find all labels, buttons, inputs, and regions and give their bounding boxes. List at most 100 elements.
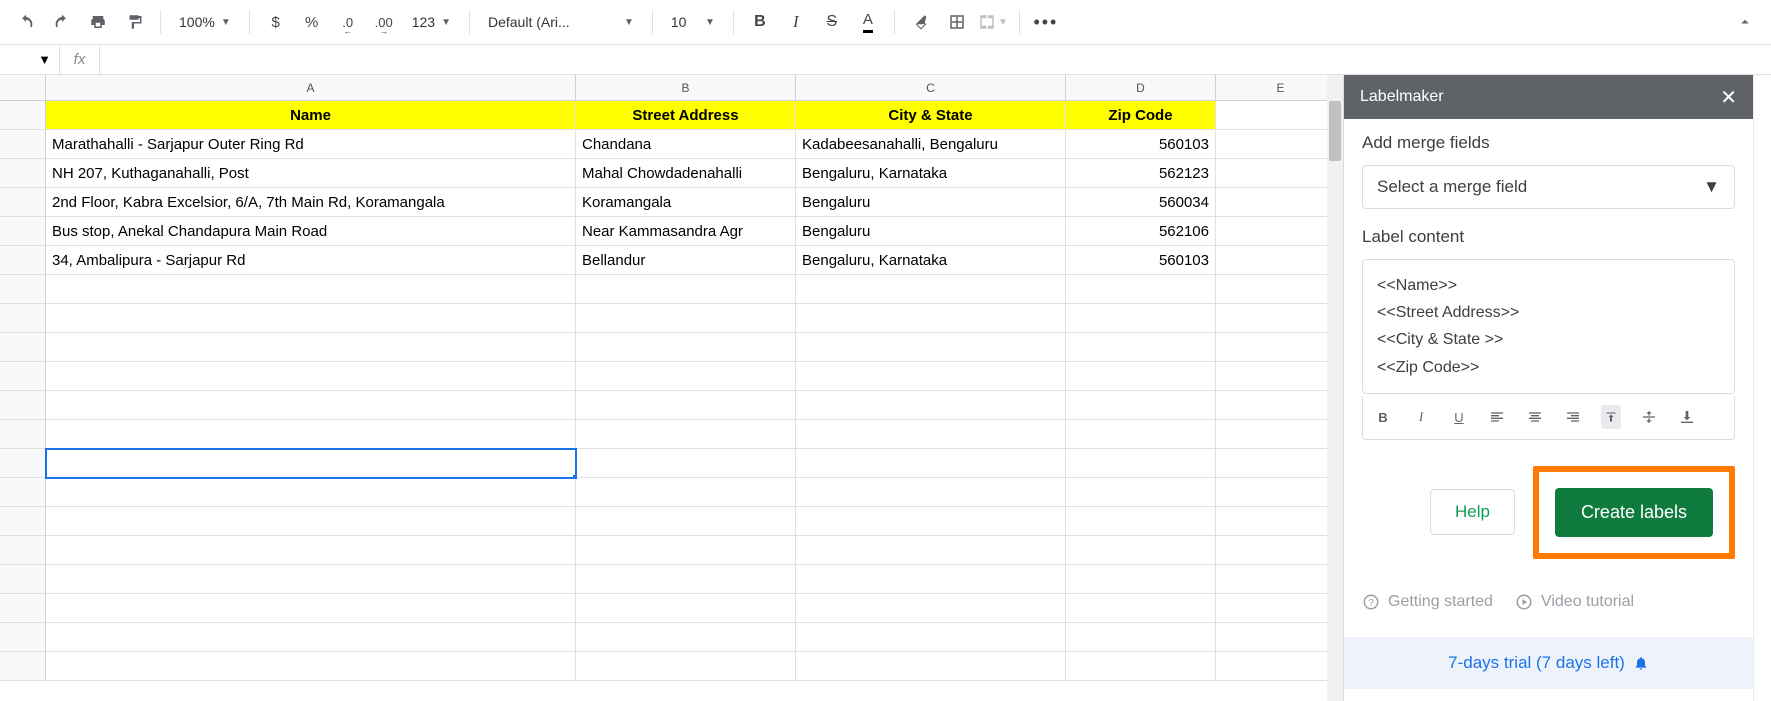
- valign-middle-icon[interactable]: [1639, 409, 1659, 425]
- row-header[interactable]: [0, 246, 46, 275]
- row-header[interactable]: [0, 565, 46, 594]
- cell[interactable]: Bengaluru, Karnataka: [796, 246, 1066, 275]
- row-header[interactable]: [0, 304, 46, 333]
- cell[interactable]: [46, 507, 576, 536]
- cell[interactable]: [796, 420, 1066, 449]
- cell[interactable]: [46, 565, 576, 594]
- vertical-scrollbar[interactable]: [1327, 75, 1343, 701]
- cell[interactable]: Chandana: [576, 130, 796, 159]
- cell[interactable]: Koramangala: [576, 188, 796, 217]
- cell[interactable]: [796, 362, 1066, 391]
- cell[interactable]: [1066, 594, 1216, 623]
- align-center-icon[interactable]: [1525, 409, 1545, 425]
- cell[interactable]: [1066, 536, 1216, 565]
- cell[interactable]: [576, 391, 796, 420]
- cell[interactable]: [46, 536, 576, 565]
- cell[interactable]: [46, 275, 576, 304]
- row-header[interactable]: [0, 159, 46, 188]
- row-header[interactable]: [0, 623, 46, 652]
- cell[interactable]: 2nd Floor, Kabra Excelsior, 6/A, 7th Mai…: [46, 188, 576, 217]
- cell[interactable]: [1066, 507, 1216, 536]
- cell[interactable]: [46, 391, 576, 420]
- cell[interactable]: [796, 391, 1066, 420]
- cell[interactable]: [46, 449, 576, 478]
- cell[interactable]: [1216, 130, 1327, 159]
- cell[interactable]: [576, 362, 796, 391]
- help-button[interactable]: Help: [1430, 489, 1515, 535]
- column-header-E[interactable]: E: [1216, 75, 1327, 101]
- cell[interactable]: 560034: [1066, 188, 1216, 217]
- cell[interactable]: Kadabeesanahalli, Bengaluru: [796, 130, 1066, 159]
- row-header[interactable]: [0, 594, 46, 623]
- bold-button[interactable]: B: [744, 6, 776, 38]
- cell[interactable]: [1216, 188, 1327, 217]
- cell[interactable]: [796, 275, 1066, 304]
- row-header[interactable]: [0, 362, 46, 391]
- cell[interactable]: Name: [46, 101, 576, 130]
- cell[interactable]: [1066, 391, 1216, 420]
- cell[interactable]: 560103: [1066, 130, 1216, 159]
- cell[interactable]: [1066, 275, 1216, 304]
- cell[interactable]: [1066, 420, 1216, 449]
- column-header-A[interactable]: A: [46, 75, 576, 101]
- merge-cells-button[interactable]: ▼: [977, 6, 1009, 38]
- cell[interactable]: [1216, 420, 1327, 449]
- row-header[interactable]: [0, 188, 46, 217]
- decrease-decimal-button[interactable]: .0←: [332, 6, 364, 38]
- cell[interactable]: [1216, 623, 1327, 652]
- cell[interactable]: [1216, 565, 1327, 594]
- row-header[interactable]: [0, 333, 46, 362]
- video-tutorial-link[interactable]: Video tutorial: [1515, 593, 1634, 611]
- cell[interactable]: Bengaluru, Karnataka: [796, 159, 1066, 188]
- cell[interactable]: [1066, 333, 1216, 362]
- cell[interactable]: [796, 507, 1066, 536]
- label-content-editor[interactable]: <<Name>><<Street Address>><<City & State…: [1362, 259, 1735, 394]
- undo-button[interactable]: [10, 6, 42, 38]
- cell[interactable]: Mahal Chowdadenahalli: [576, 159, 796, 188]
- align-right-icon[interactable]: [1563, 409, 1583, 425]
- cell[interactable]: [1216, 159, 1327, 188]
- cell[interactable]: [1066, 623, 1216, 652]
- fill-color-button[interactable]: [905, 6, 937, 38]
- redo-button[interactable]: [46, 6, 78, 38]
- cell[interactable]: [796, 565, 1066, 594]
- cell[interactable]: [1216, 391, 1327, 420]
- italic-button[interactable]: I: [780, 6, 812, 38]
- formula-input[interactable]: [100, 45, 1771, 74]
- cell[interactable]: [1216, 333, 1327, 362]
- cell[interactable]: [1216, 594, 1327, 623]
- row-header[interactable]: [0, 275, 46, 304]
- cell[interactable]: 560103: [1066, 246, 1216, 275]
- cell[interactable]: [576, 594, 796, 623]
- cell[interactable]: [796, 536, 1066, 565]
- cell[interactable]: [796, 333, 1066, 362]
- percent-button[interactable]: %: [296, 6, 328, 38]
- borders-button[interactable]: [941, 6, 973, 38]
- column-header-B[interactable]: B: [576, 75, 796, 101]
- zoom-dropdown[interactable]: 100%▼: [171, 14, 239, 30]
- underline-icon[interactable]: U: [1449, 410, 1469, 425]
- cell[interactable]: [796, 449, 1066, 478]
- cell[interactable]: [796, 304, 1066, 333]
- merge-field-select[interactable]: Select a merge field ▼: [1362, 165, 1735, 209]
- cell[interactable]: [46, 304, 576, 333]
- cell[interactable]: Zip Code: [1066, 101, 1216, 130]
- cell[interactable]: 562123: [1066, 159, 1216, 188]
- cell[interactable]: [1216, 217, 1327, 246]
- cell[interactable]: [1216, 362, 1327, 391]
- cell[interactable]: [46, 594, 576, 623]
- cell[interactable]: Near Kammasandra Agr: [576, 217, 796, 246]
- cell[interactable]: [576, 333, 796, 362]
- cell[interactable]: [576, 536, 796, 565]
- more-button[interactable]: •••: [1030, 6, 1062, 38]
- cell[interactable]: [576, 420, 796, 449]
- row-header[interactable]: [0, 478, 46, 507]
- collapse-toolbar-button[interactable]: [1729, 6, 1761, 38]
- row-header[interactable]: [0, 536, 46, 565]
- row-header[interactable]: [0, 217, 46, 246]
- text-color-button[interactable]: A: [852, 6, 884, 38]
- cell[interactable]: [576, 652, 796, 681]
- italic-icon[interactable]: I: [1411, 409, 1431, 425]
- cell[interactable]: [796, 594, 1066, 623]
- close-icon[interactable]: ✕: [1720, 85, 1737, 110]
